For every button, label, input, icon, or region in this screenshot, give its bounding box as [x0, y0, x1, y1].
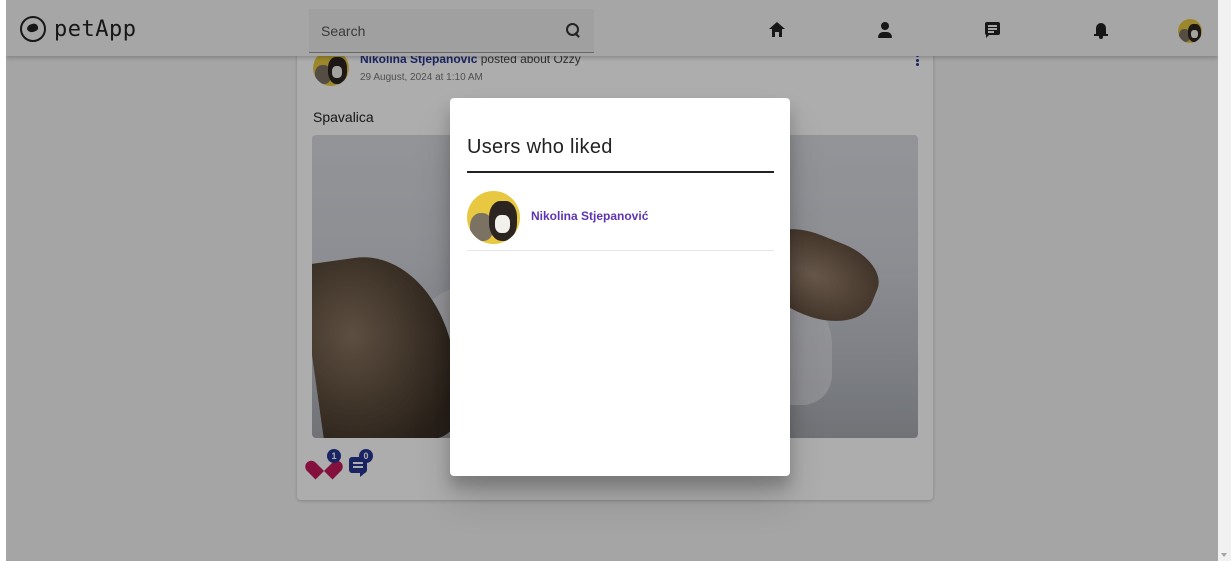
- liker-avatar[interactable]: [467, 191, 520, 244]
- scroll-down-arrow-icon[interactable]: [1221, 553, 1227, 557]
- likes-dialog: Users who liked Nikolina Stjepanović: [450, 98, 790, 476]
- liker-name-link[interactable]: Nikolina Stjepanović: [531, 209, 648, 223]
- list-item[interactable]: Nikolina Stjepanović: [467, 191, 774, 251]
- dialog-title: Users who liked: [467, 136, 613, 158]
- dialog-divider: [467, 171, 774, 173]
- scrollbar[interactable]: [1218, 0, 1231, 561]
- app-viewport: petApp Search Nikolina Stjepanović poste…: [6, 0, 1218, 561]
